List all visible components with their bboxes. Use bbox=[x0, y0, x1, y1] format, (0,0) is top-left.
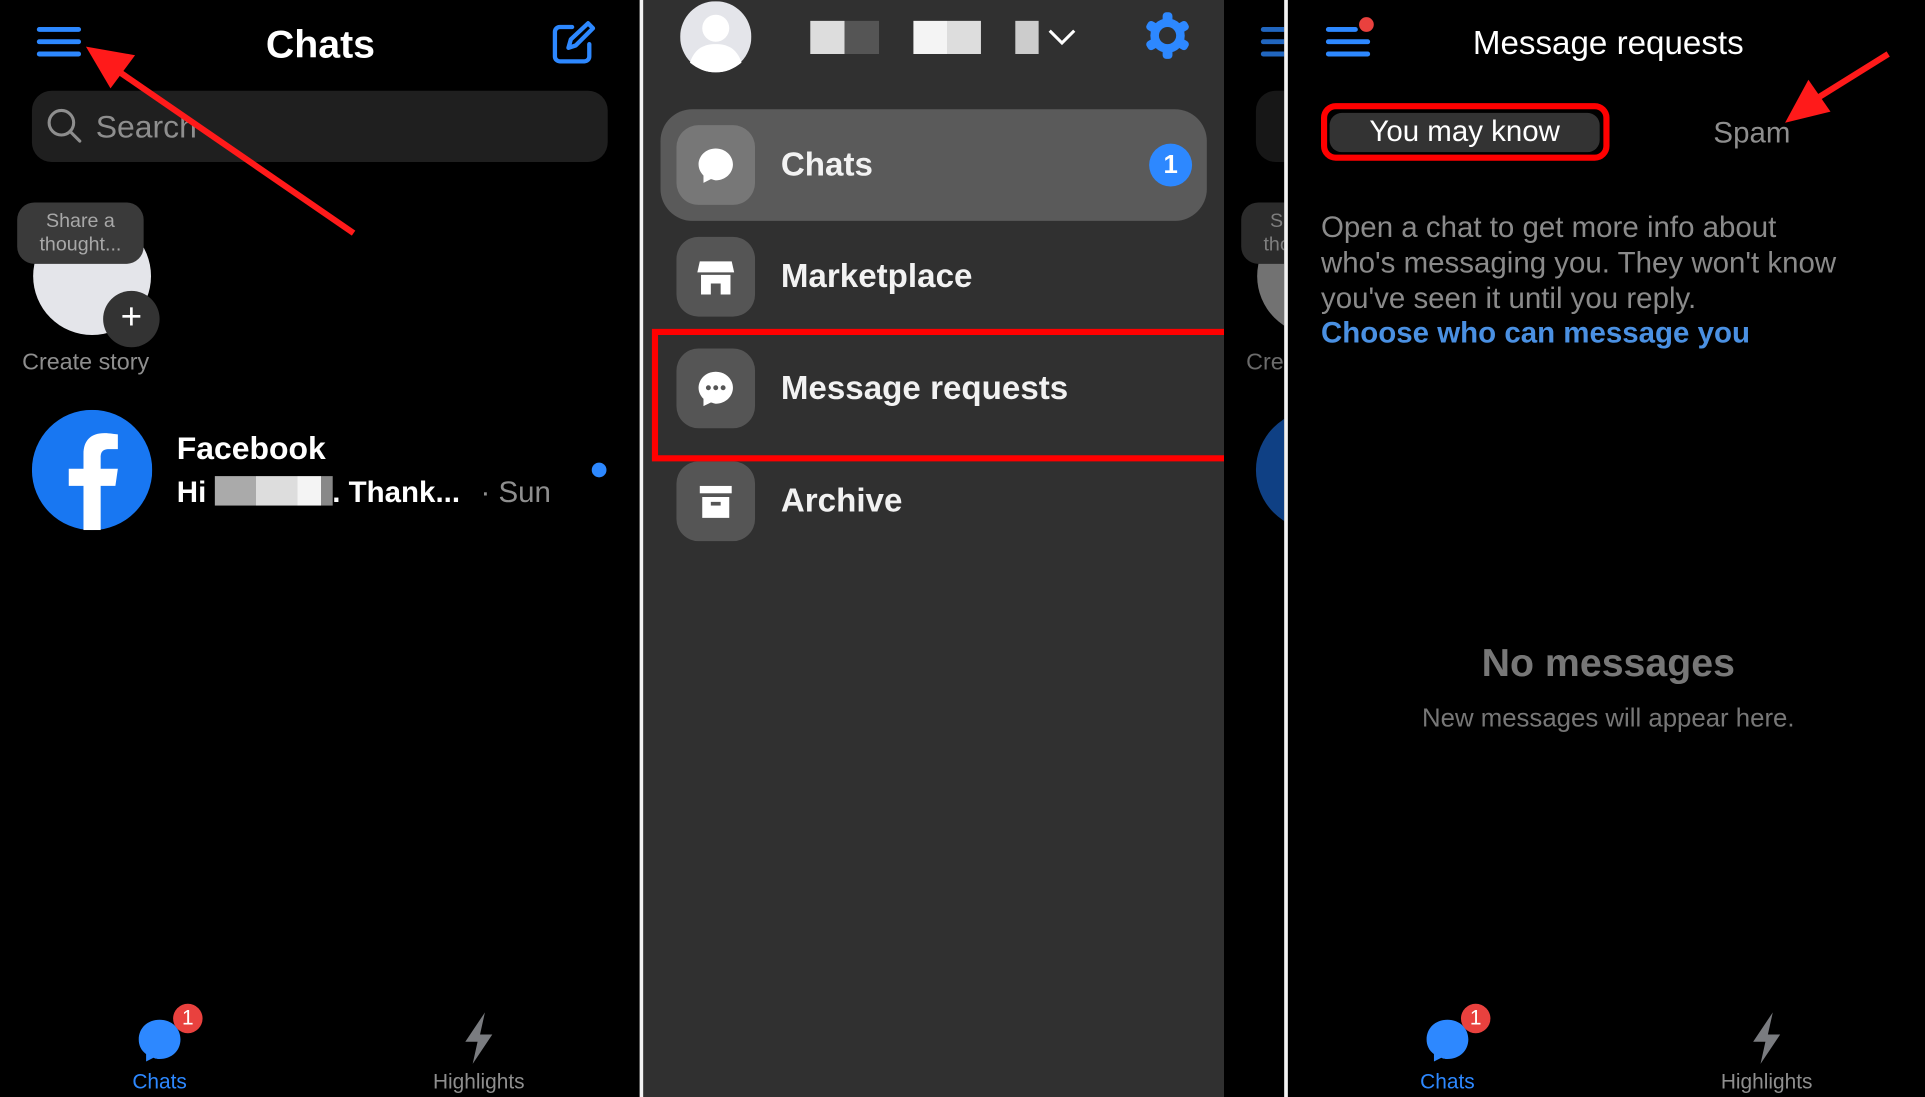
screenshot-collage: Chats Search Share a thought... + Create… bbox=[0, 0, 1925, 1097]
nav-label: Highlights bbox=[1720, 1070, 1813, 1094]
chat-list-item[interactable]: Facebook Hi . Thank... · Sun bbox=[0, 405, 640, 538]
chevron-down-icon[interactable] bbox=[1047, 27, 1076, 47]
chat-name: Facebook bbox=[176, 429, 326, 467]
preview-text-end: . Thank... bbox=[332, 476, 461, 510]
nav-tab-highlights[interactable]: Highlights bbox=[1693, 1000, 1840, 1097]
side-menu: Chats 1 Marketplace Message requests Arc… bbox=[643, 0, 1225, 1097]
background-chats-peek: Share a thought... Create story bbox=[1224, 0, 1285, 1097]
menu-item-archive[interactable]: Archive bbox=[661, 445, 1207, 557]
facebook-logo-icon bbox=[31, 409, 153, 531]
nav-label: Chats bbox=[132, 1070, 187, 1094]
redacted-name-block bbox=[1015, 20, 1039, 54]
profile-avatar[interactable] bbox=[680, 1, 752, 73]
menu-hamburger-icon bbox=[1260, 26, 1285, 59]
chats-nav-badge: 1 bbox=[1460, 1003, 1491, 1034]
archive-box-icon bbox=[676, 461, 756, 542]
empty-state-subtitle: New messages will appear here. bbox=[1421, 704, 1795, 733]
facebook-logo-peek bbox=[1255, 409, 1285, 531]
nav-label: Chats bbox=[1420, 1070, 1475, 1094]
chats-count-badge: 1 bbox=[1149, 143, 1193, 187]
menu-item-marketplace[interactable]: Marketplace bbox=[661, 221, 1207, 333]
redacted-name bbox=[214, 476, 333, 506]
storefront-icon bbox=[676, 236, 756, 317]
share-thought-bubble-peek: Share a thought... bbox=[1241, 202, 1285, 264]
search-input-peek bbox=[1255, 90, 1285, 162]
annotation-highlight-box bbox=[1321, 103, 1610, 161]
info-text: Open a chat to get more info about who's… bbox=[1321, 211, 1837, 316]
lightning-icon bbox=[1753, 1012, 1781, 1064]
nav-tab-highlights[interactable]: Highlights bbox=[405, 1000, 552, 1097]
chat-preview: Hi . Thank... · Sun bbox=[177, 476, 551, 510]
annotation-arrow bbox=[1785, 51, 1890, 123]
gear-icon[interactable] bbox=[1143, 11, 1192, 60]
chats-nav-badge: 1 bbox=[173, 1003, 203, 1034]
nav-tab-chats[interactable]: 1 Chats bbox=[1374, 1000, 1521, 1097]
menu-hamburger-icon[interactable] bbox=[1325, 26, 1371, 59]
menu-label: Archive bbox=[780, 482, 903, 520]
nav-label: Highlights bbox=[432, 1070, 525, 1094]
preview-text-start: Hi bbox=[176, 476, 207, 510]
empty-state-title: No messages bbox=[1481, 640, 1735, 685]
unread-dot bbox=[591, 462, 607, 478]
chats-screen: Chats Search Share a thought... + Create… bbox=[0, 0, 640, 1097]
nav-tab-chats[interactable]: 1 Chats bbox=[86, 1000, 233, 1097]
choose-who-can-message-link[interactable]: Choose who can message you bbox=[1321, 317, 1750, 351]
chat-time: · Sun bbox=[480, 476, 551, 510]
notification-dot bbox=[1359, 17, 1374, 32]
page-title: Message requests bbox=[1472, 24, 1744, 62]
menu-label: Chats bbox=[780, 146, 873, 183]
redacted-name-block bbox=[913, 20, 981, 54]
menu-item-chats[interactable]: Chats 1 bbox=[660, 109, 1207, 221]
chat-bubble-icon bbox=[676, 125, 756, 205]
redacted-name-block bbox=[810, 20, 880, 54]
annotation-highlight-box bbox=[651, 328, 1225, 462]
create-story-label-peek: Create story bbox=[1246, 349, 1284, 376]
annotation-arrow bbox=[85, 46, 356, 236]
message-requests-screen: Message requests You may know Spam Open … bbox=[1288, 0, 1925, 1097]
menu-label: Marketplace bbox=[780, 257, 973, 295]
lightning-icon bbox=[465, 1012, 493, 1064]
